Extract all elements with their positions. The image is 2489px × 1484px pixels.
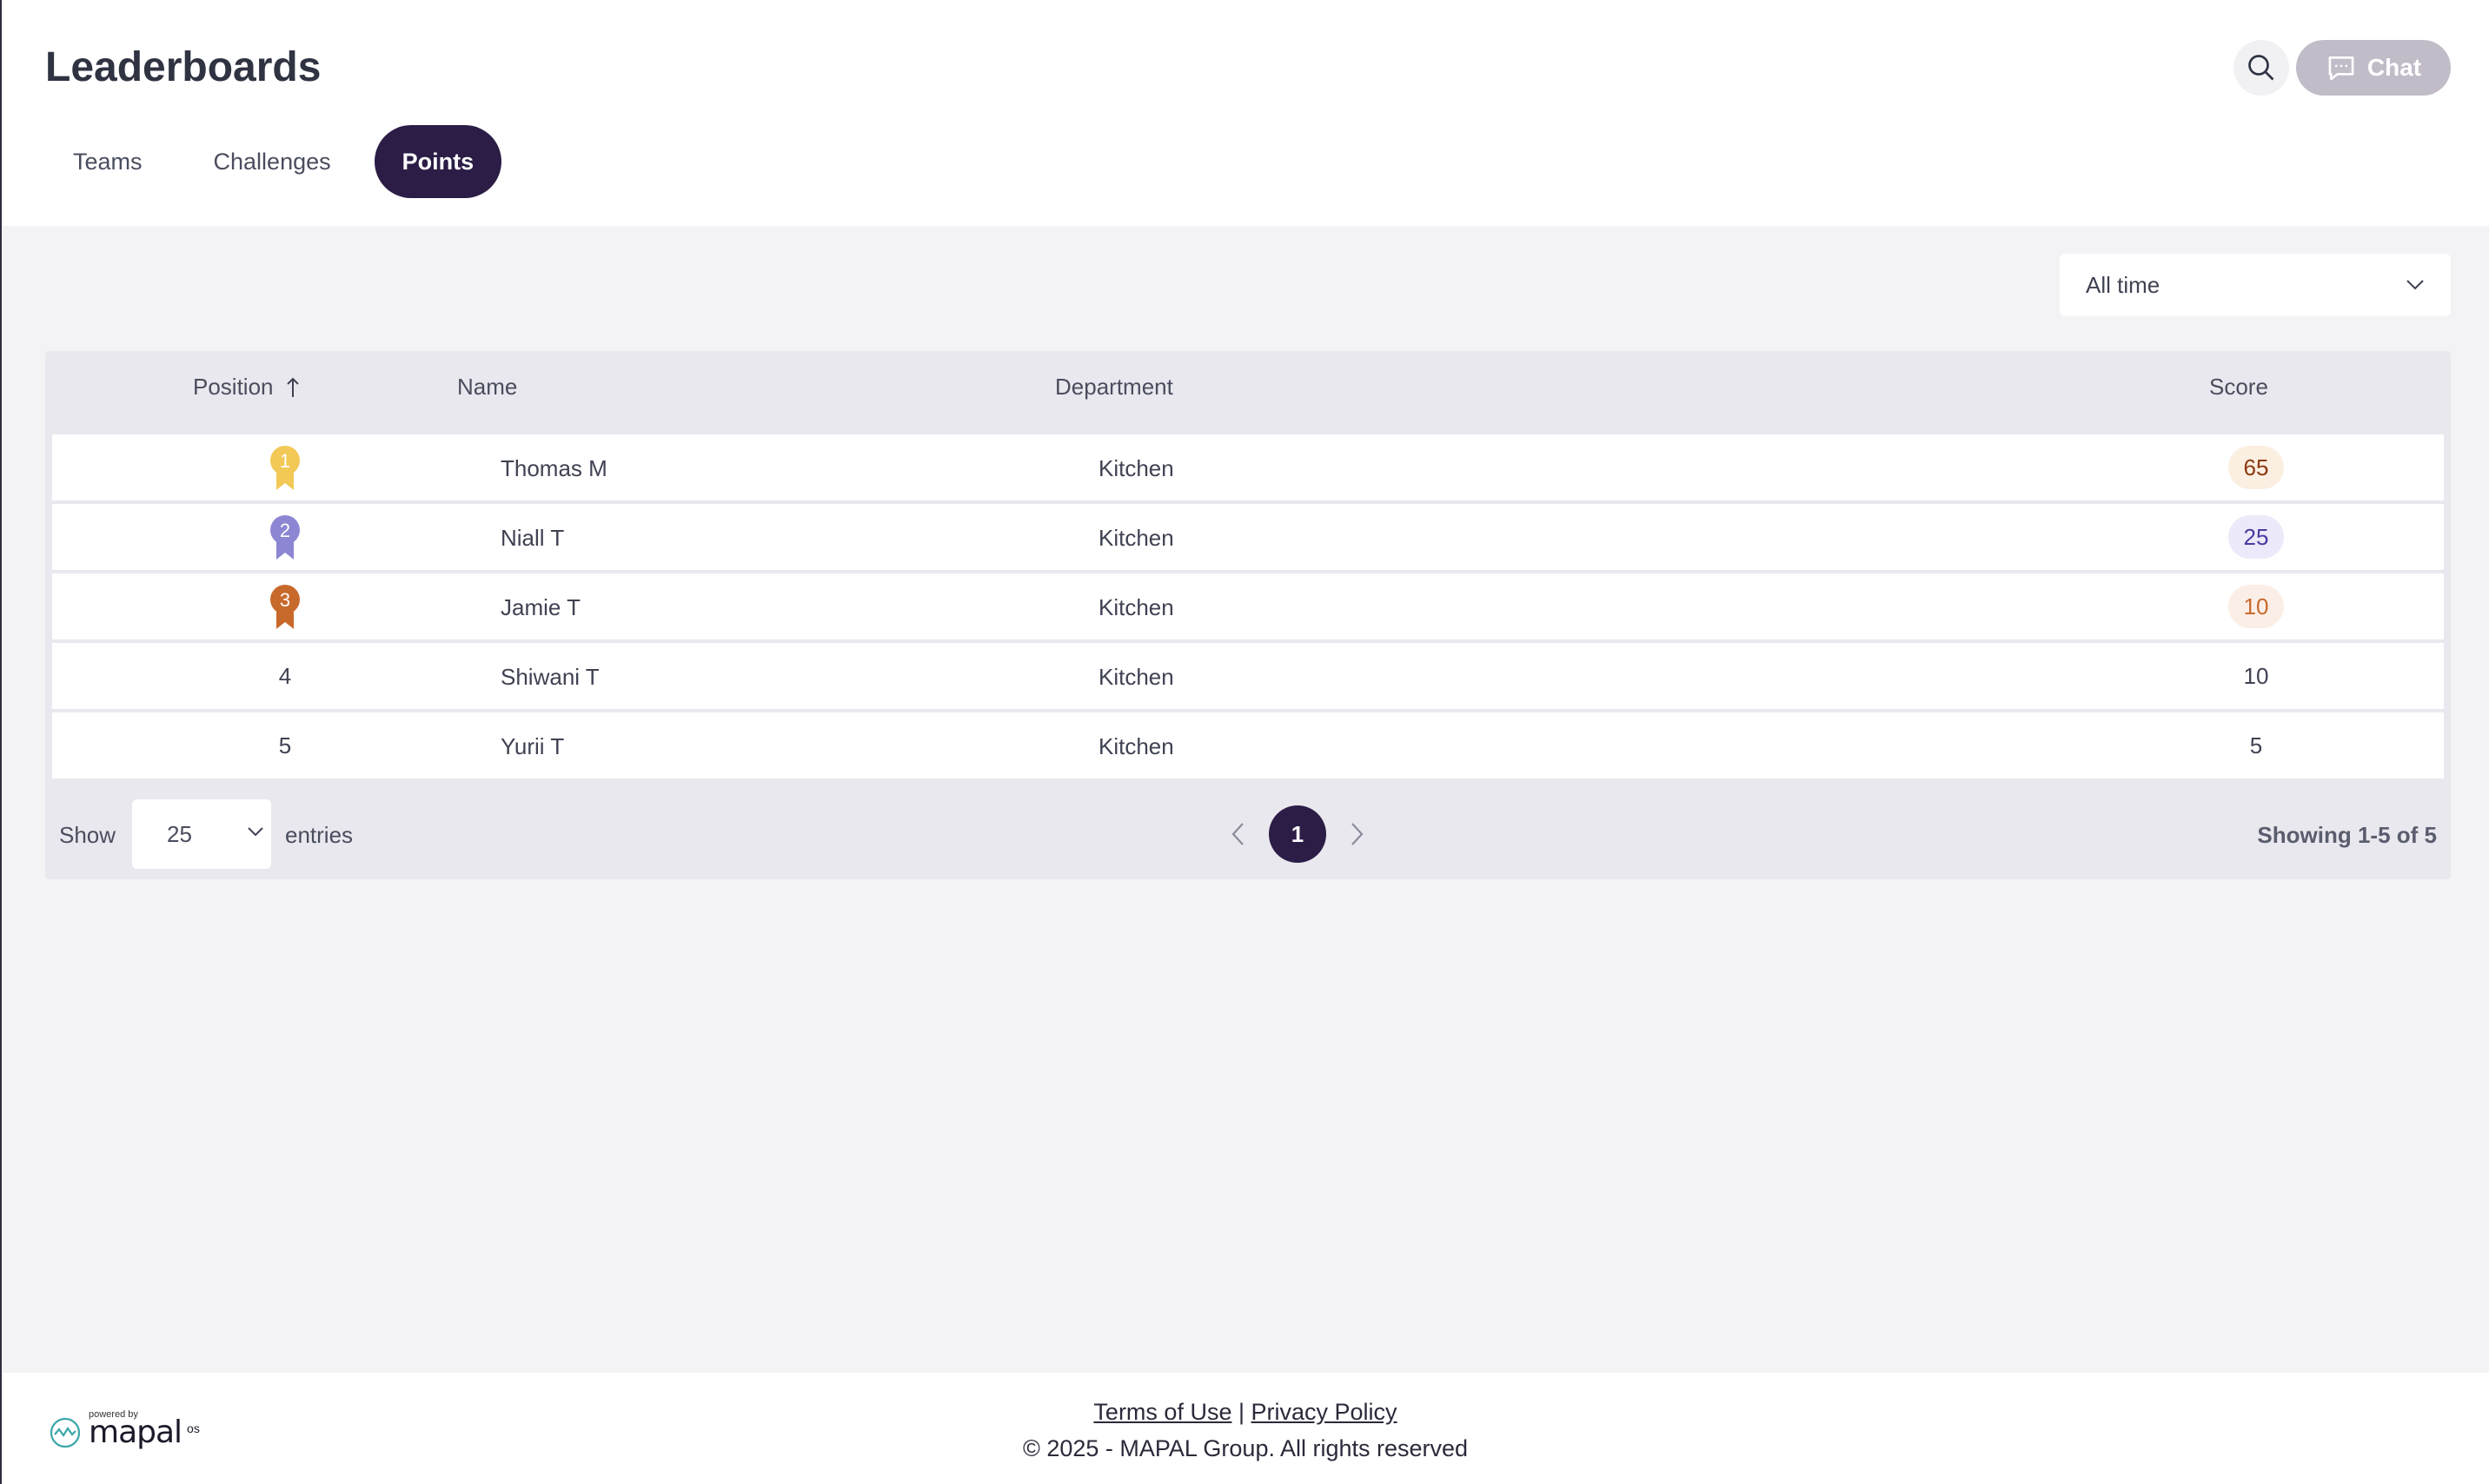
score-cell: 5 bbox=[2213, 712, 2300, 778]
score-value: 5 bbox=[2249, 732, 2263, 759]
column-header-name: Name bbox=[457, 374, 518, 400]
table-row: 2 Niall T Kitchen 25 bbox=[52, 504, 2444, 570]
chevron-down-icon bbox=[248, 827, 263, 837]
department-cell: Kitchen bbox=[1098, 594, 1174, 620]
table-header: Position Name Department Score bbox=[45, 351, 2451, 419]
score-value: 10 bbox=[2243, 662, 2269, 689]
position-cell: 5 bbox=[278, 732, 292, 759]
name-cell: Jamie T bbox=[501, 594, 581, 620]
medal-rank-number: 2 bbox=[280, 520, 290, 541]
entries-label: entries bbox=[285, 822, 354, 848]
entries-per-page-select[interactable]: 25 bbox=[132, 799, 271, 869]
chevron-down-icon bbox=[2406, 280, 2424, 290]
score-badge-silver: 25 bbox=[2228, 515, 2284, 559]
department-cell: Kitchen bbox=[1098, 525, 1174, 551]
department-cell: Kitchen bbox=[1098, 455, 1174, 481]
pagination: 1 bbox=[1229, 805, 1366, 864]
chevron-right-icon bbox=[1351, 823, 1364, 845]
privacy-policy-link[interactable]: Privacy Policy bbox=[1251, 1399, 1397, 1425]
column-header-department: Department bbox=[1055, 374, 1173, 400]
medal-rank-number: 3 bbox=[280, 589, 290, 611]
chat-bubble-icon bbox=[2328, 56, 2354, 81]
search-icon bbox=[2248, 55, 2274, 81]
previous-page-button[interactable] bbox=[1229, 821, 1248, 847]
department-cell: Kitchen bbox=[1098, 733, 1174, 759]
name-cell: Shiwani T bbox=[501, 664, 600, 690]
page-button-1[interactable]: 1 bbox=[1269, 805, 1326, 863]
time-range-value: All time bbox=[2086, 271, 2160, 298]
page-footer: powered by mapal os Terms of Use | Priva… bbox=[2, 1373, 2489, 1484]
position-cell: 1 bbox=[243, 434, 327, 500]
column-header-score: Score bbox=[2209, 374, 2268, 400]
table-row: 3 Jamie T Kitchen 10 bbox=[52, 573, 2444, 639]
showing-count: Showing 1-5 of 5 bbox=[2257, 822, 2437, 848]
tab-bar: Teams Challenges Points bbox=[45, 125, 502, 198]
position-cell: 4 bbox=[278, 662, 292, 689]
score-badge-gold: 65 bbox=[2228, 446, 2284, 489]
medal-rank-number: 1 bbox=[280, 450, 290, 472]
entries-per-page-value: 25 bbox=[167, 820, 192, 847]
next-page-button[interactable] bbox=[1347, 821, 1366, 847]
search-button[interactable] bbox=[2233, 40, 2289, 96]
pagination-bar: Show 25 entries 1 Showing 1-5 of 5 bbox=[45, 789, 2451, 879]
leaderboard-table: Position Name Department Score 1 Thomas … bbox=[45, 351, 2451, 879]
table-row: 4 Shiwani T Kitchen 10 bbox=[52, 643, 2444, 709]
chat-button[interactable]: Chat bbox=[2296, 40, 2451, 96]
terms-of-use-link[interactable]: Terms of Use bbox=[1093, 1399, 1231, 1425]
score-cell: 25 bbox=[2213, 504, 2300, 570]
table-row: 1 Thomas M Kitchen 65 bbox=[52, 434, 2444, 500]
score-badge-bronze: 10 bbox=[2228, 585, 2284, 628]
column-header-position[interactable]: Position bbox=[193, 374, 300, 401]
tab-challenges[interactable]: Challenges bbox=[186, 125, 359, 198]
table-row: 5 Yurii T Kitchen 5 bbox=[52, 712, 2444, 778]
score-cell: 65 bbox=[2213, 434, 2300, 500]
footer-separator: | bbox=[1238, 1399, 1244, 1425]
page-header: Leaderboards Teams Challenges Points Cha… bbox=[2, 0, 2489, 226]
chevron-left-icon bbox=[1231, 823, 1244, 845]
time-range-select[interactable]: All time bbox=[2060, 254, 2451, 316]
sort-ascending-icon bbox=[286, 377, 299, 397]
footer-links: Terms of Use | Privacy Policy bbox=[2, 1399, 2489, 1426]
department-cell: Kitchen bbox=[1098, 664, 1174, 690]
silver-medal-icon: 2 bbox=[270, 515, 300, 560]
chat-button-label: Chat bbox=[2366, 54, 2422, 81]
position-cell: 3 bbox=[243, 573, 327, 639]
tab-points[interactable]: Points bbox=[374, 125, 502, 198]
score-cell: 10 bbox=[2213, 643, 2300, 709]
name-cell: Yurii T bbox=[501, 733, 565, 759]
position-cell: 2 bbox=[243, 504, 327, 570]
name-cell: Thomas M bbox=[501, 455, 607, 481]
copyright-text: © 2025 - MAPAL Group. All rights reserve… bbox=[1022, 1435, 1469, 1461]
page-title: Leaderboards bbox=[45, 44, 322, 90]
name-cell: Niall T bbox=[501, 525, 565, 551]
gold-medal-icon: 1 bbox=[270, 446, 300, 490]
tab-teams[interactable]: Teams bbox=[45, 125, 170, 198]
bronze-medal-icon: 3 bbox=[270, 585, 300, 629]
show-label: Show bbox=[59, 822, 116, 848]
score-cell: 10 bbox=[2213, 573, 2300, 639]
table-body: 1 Thomas M Kitchen 65 2 Niall T Kitchen … bbox=[52, 434, 2444, 782]
